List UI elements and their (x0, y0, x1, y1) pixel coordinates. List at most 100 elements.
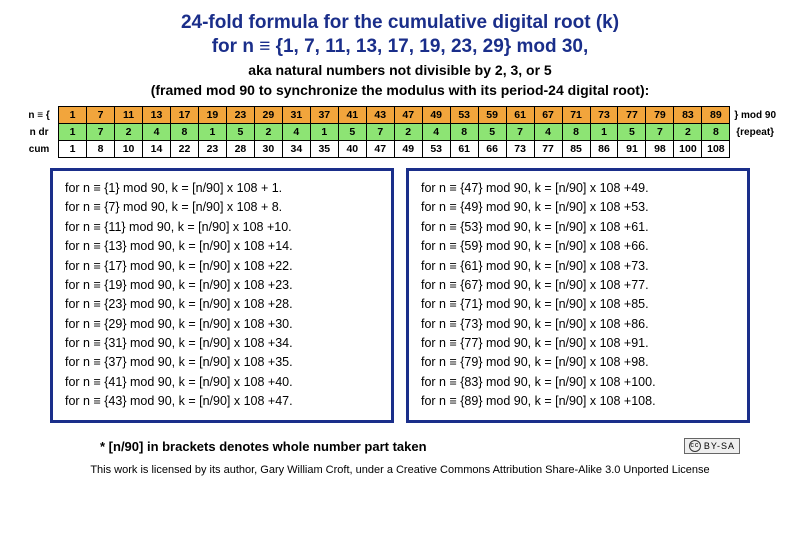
table-cell: 59 (478, 107, 506, 124)
table-cell: 85 (562, 141, 590, 158)
table-cell: 17 (170, 107, 198, 124)
table-cell: 4 (534, 124, 562, 141)
table-cell: 7 (87, 124, 115, 141)
table-cell: 28 (226, 141, 254, 158)
table-cell: 11 (115, 107, 143, 124)
table-cell: 91 (618, 141, 646, 158)
formula-line: for n ≡ {83} mod 90, k = [n/90] x 108 +1… (421, 373, 735, 392)
table-cell: 53 (422, 141, 450, 158)
row-end: {repeat} (730, 124, 780, 141)
title-line-1: 24-fold formula for the cumulative digit… (20, 12, 780, 34)
data-table: n ≡ {17111317192329313741434749535961677… (20, 106, 780, 158)
table-cell: 4 (282, 124, 310, 141)
formula-line: for n ≡ {41} mod 90, k = [n/90] x 108 +4… (65, 373, 379, 392)
table-cell: 8 (87, 141, 115, 158)
formula-line: for n ≡ {71} mod 90, k = [n/90] x 108 +8… (421, 295, 735, 314)
formula-line: for n ≡ {11} mod 90, k = [n/90] x 108 +1… (65, 218, 379, 237)
formula-line: for n ≡ {1} mod 90, k = [n/90] x 108 + 1… (65, 179, 379, 198)
table-cell: 53 (450, 107, 478, 124)
table-cell: 5 (618, 124, 646, 141)
table-cell: 1 (198, 124, 226, 141)
formula-line: for n ≡ {29} mod 90, k = [n/90] x 108 +3… (65, 315, 379, 334)
table-cell: 7 (366, 124, 394, 141)
table-cell: 40 (338, 141, 366, 158)
table-cell: 1 (310, 124, 338, 141)
table-cell: 66 (478, 141, 506, 158)
table-cell: 23 (226, 107, 254, 124)
subtitle-1: aka natural numbers not divisible by 2, … (20, 62, 780, 78)
table-cell: 7 (506, 124, 534, 141)
table-cell: 47 (394, 107, 422, 124)
cc-badge: cc BY-SA (684, 438, 740, 454)
table-cell: 29 (254, 107, 282, 124)
table-cell: 89 (702, 107, 730, 124)
formula-line: for n ≡ {17} mod 90, k = [n/90] x 108 +2… (65, 257, 379, 276)
table-cell: 98 (646, 141, 674, 158)
table-cell: 61 (506, 107, 534, 124)
table-cell: 77 (534, 141, 562, 158)
table-cell: 79 (646, 107, 674, 124)
table-cell: 30 (254, 141, 282, 158)
table-cell: 23 (198, 141, 226, 158)
formula-line: for n ≡ {19} mod 90, k = [n/90] x 108 +2… (65, 276, 379, 295)
formula-columns: for n ≡ {1} mod 90, k = [n/90] x 108 + 1… (50, 168, 750, 423)
table-cell: 67 (534, 107, 562, 124)
table-cell: 5 (478, 124, 506, 141)
table-cell: 49 (394, 141, 422, 158)
table-cell: 49 (422, 107, 450, 124)
table-cell: 10 (115, 141, 143, 158)
license-text: This work is licensed by its author, Gar… (20, 464, 780, 476)
table-cell: 4 (143, 124, 171, 141)
table-cell: 41 (338, 107, 366, 124)
formula-line: for n ≡ {59} mod 90, k = [n/90] x 108 +6… (421, 237, 735, 256)
formula-line: for n ≡ {61} mod 90, k = [n/90] x 108 +7… (421, 257, 735, 276)
formula-line: for n ≡ {79} mod 90, k = [n/90] x 108 +9… (421, 353, 735, 372)
table-cell: 4 (422, 124, 450, 141)
formula-line: for n ≡ {73} mod 90, k = [n/90] x 108 +8… (421, 315, 735, 334)
table-cell: 2 (115, 124, 143, 141)
row-end: } mod 90 (730, 107, 780, 124)
table-cell: 31 (282, 107, 310, 124)
subtitle-2: (framed mod 90 to synchronize the modulu… (20, 82, 780, 98)
formula-line: for n ≡ {23} mod 90, k = [n/90] x 108 +2… (65, 295, 379, 314)
row-end (730, 141, 780, 158)
table-cell: 1 (59, 124, 87, 141)
table-cell: 8 (562, 124, 590, 141)
formula-line: for n ≡ {53} mod 90, k = [n/90] x 108 +6… (421, 218, 735, 237)
table-cell: 61 (450, 141, 478, 158)
table-cell: 47 (366, 141, 394, 158)
table-cell: 14 (143, 141, 171, 158)
table-cell: 7 (87, 107, 115, 124)
formula-box-right: for n ≡ {47} mod 90, k = [n/90] x 108 +4… (406, 168, 750, 423)
table-cell: 2 (394, 124, 422, 141)
table-cell: 86 (590, 141, 618, 158)
formula-box-left: for n ≡ {1} mod 90, k = [n/90] x 108 + 1… (50, 168, 394, 423)
table-cell: 37 (310, 107, 338, 124)
formula-line: for n ≡ {47} mod 90, k = [n/90] x 108 +4… (421, 179, 735, 198)
title-line-2: for n ≡ {1, 7, 11, 13, 17, 19, 23, 29} m… (20, 36, 780, 58)
row-label: n ≡ { (20, 107, 59, 124)
table-cell: 83 (674, 107, 702, 124)
table-cell: 5 (338, 124, 366, 141)
table-cell: 5 (226, 124, 254, 141)
table-cell: 35 (310, 141, 338, 158)
table-cell: 19 (198, 107, 226, 124)
table-cell: 71 (562, 107, 590, 124)
table-cell: 8 (702, 124, 730, 141)
table-cell: 7 (646, 124, 674, 141)
row-label: n dr (20, 124, 59, 141)
table-cell: 77 (618, 107, 646, 124)
table-cell: 43 (366, 107, 394, 124)
formula-line: for n ≡ {7} mod 90, k = [n/90] x 108 + 8… (65, 198, 379, 217)
formula-line: for n ≡ {43} mod 90, k = [n/90] x 108 +4… (65, 392, 379, 411)
formula-line: for n ≡ {49} mod 90, k = [n/90] x 108 +5… (421, 198, 735, 217)
table-cell: 100 (674, 141, 702, 158)
table-cell: 73 (506, 141, 534, 158)
table-cell: 73 (590, 107, 618, 124)
table-cell: 2 (254, 124, 282, 141)
table-cell: 22 (170, 141, 198, 158)
table-cell: 2 (674, 124, 702, 141)
table-cell: 8 (170, 124, 198, 141)
formula-line: for n ≡ {77} mod 90, k = [n/90] x 108 +9… (421, 334, 735, 353)
table-cell: 34 (282, 141, 310, 158)
